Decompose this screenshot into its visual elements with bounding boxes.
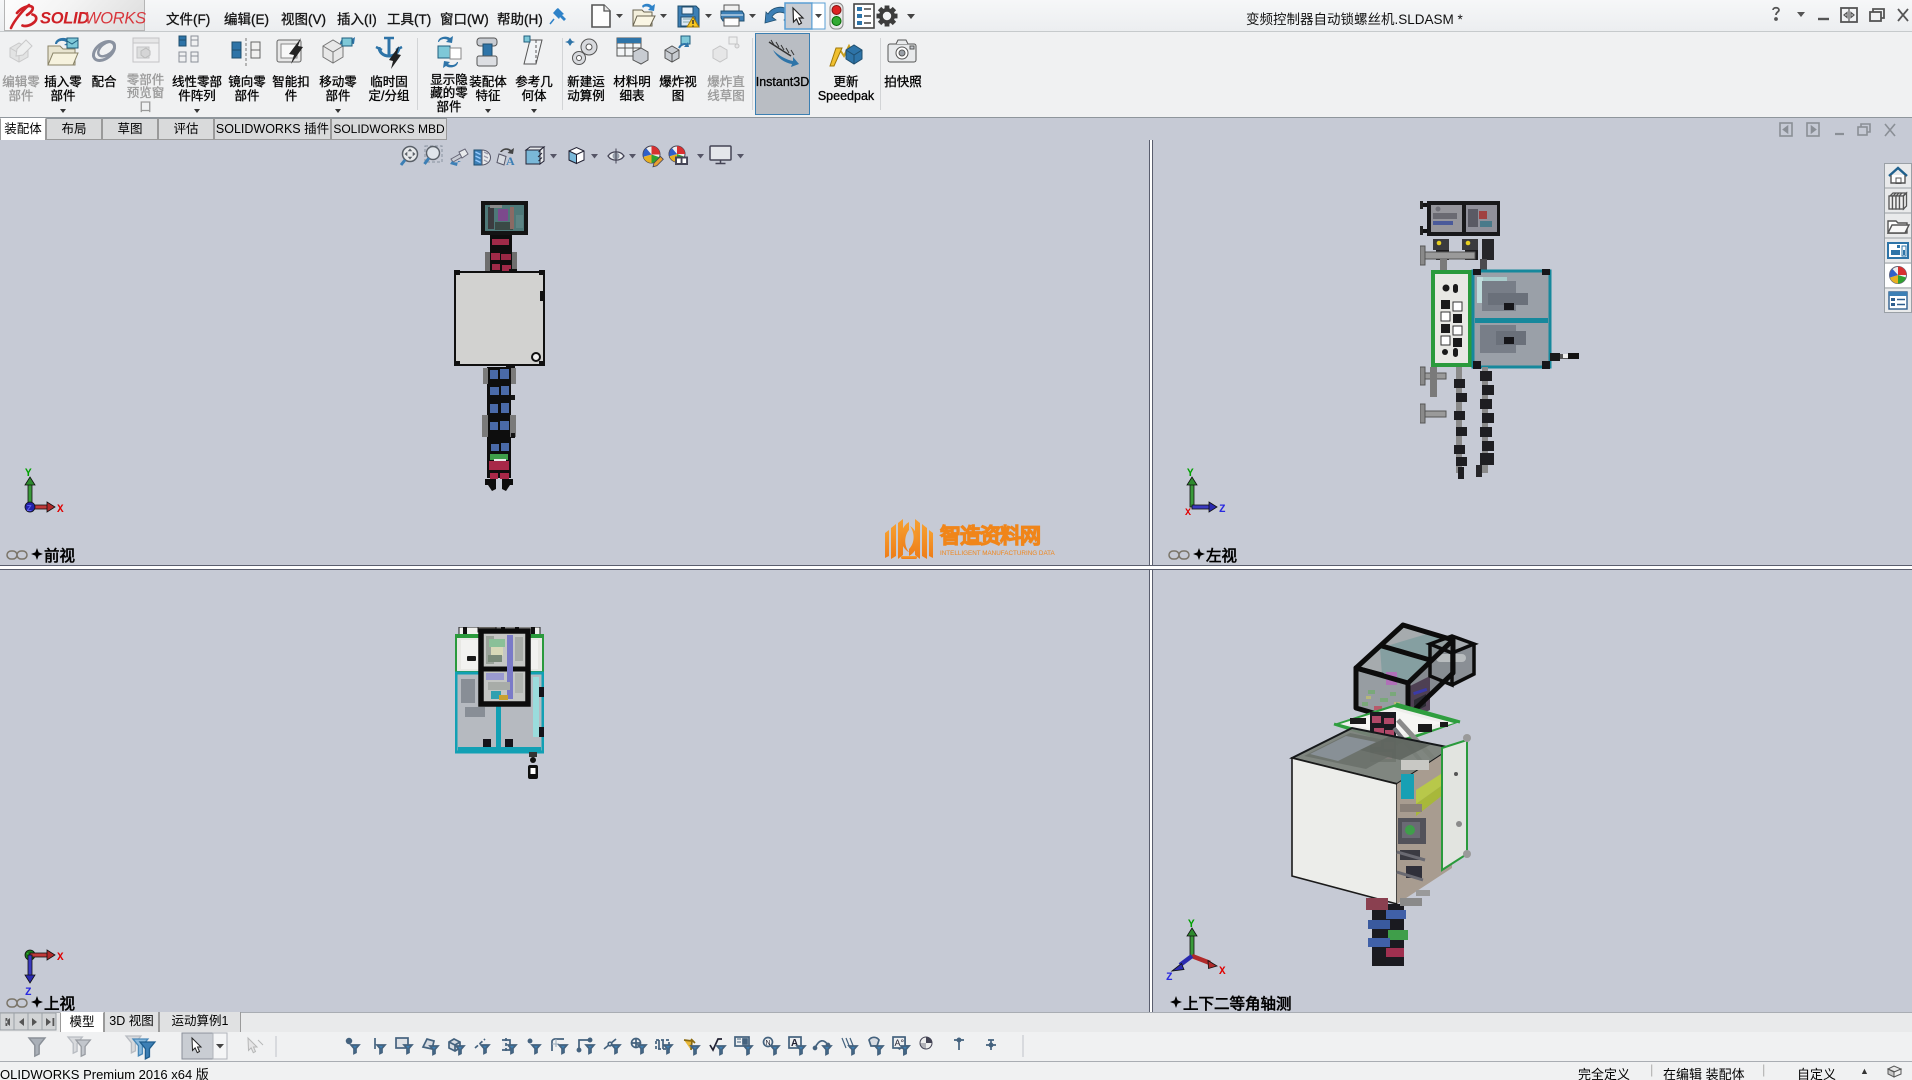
svg-text:Z: Z bbox=[1166, 972, 1173, 980]
svg-text:Z: Z bbox=[27, 504, 32, 514]
svg-text:INTELLIGENT MANUFACTURING DATA: INTELLIGENT MANUFACTURING DATA bbox=[940, 550, 1056, 557]
svg-text:X: X bbox=[1185, 508, 1191, 519]
svg-text:SOLID: SOLID bbox=[40, 10, 89, 28]
svg-text:X: X bbox=[57, 952, 64, 964]
svg-text:WORKS: WORKS bbox=[85, 10, 146, 28]
svg-text:A: A bbox=[506, 154, 515, 168]
svg-text:Z: Z bbox=[1219, 504, 1226, 516]
svg-text:X: X bbox=[1219, 966, 1226, 978]
svg-text:N: N bbox=[766, 1040, 771, 1047]
svg-text:智造资料网: 智造资料网 bbox=[940, 524, 1040, 548]
svg-text:X: X bbox=[57, 504, 64, 516]
